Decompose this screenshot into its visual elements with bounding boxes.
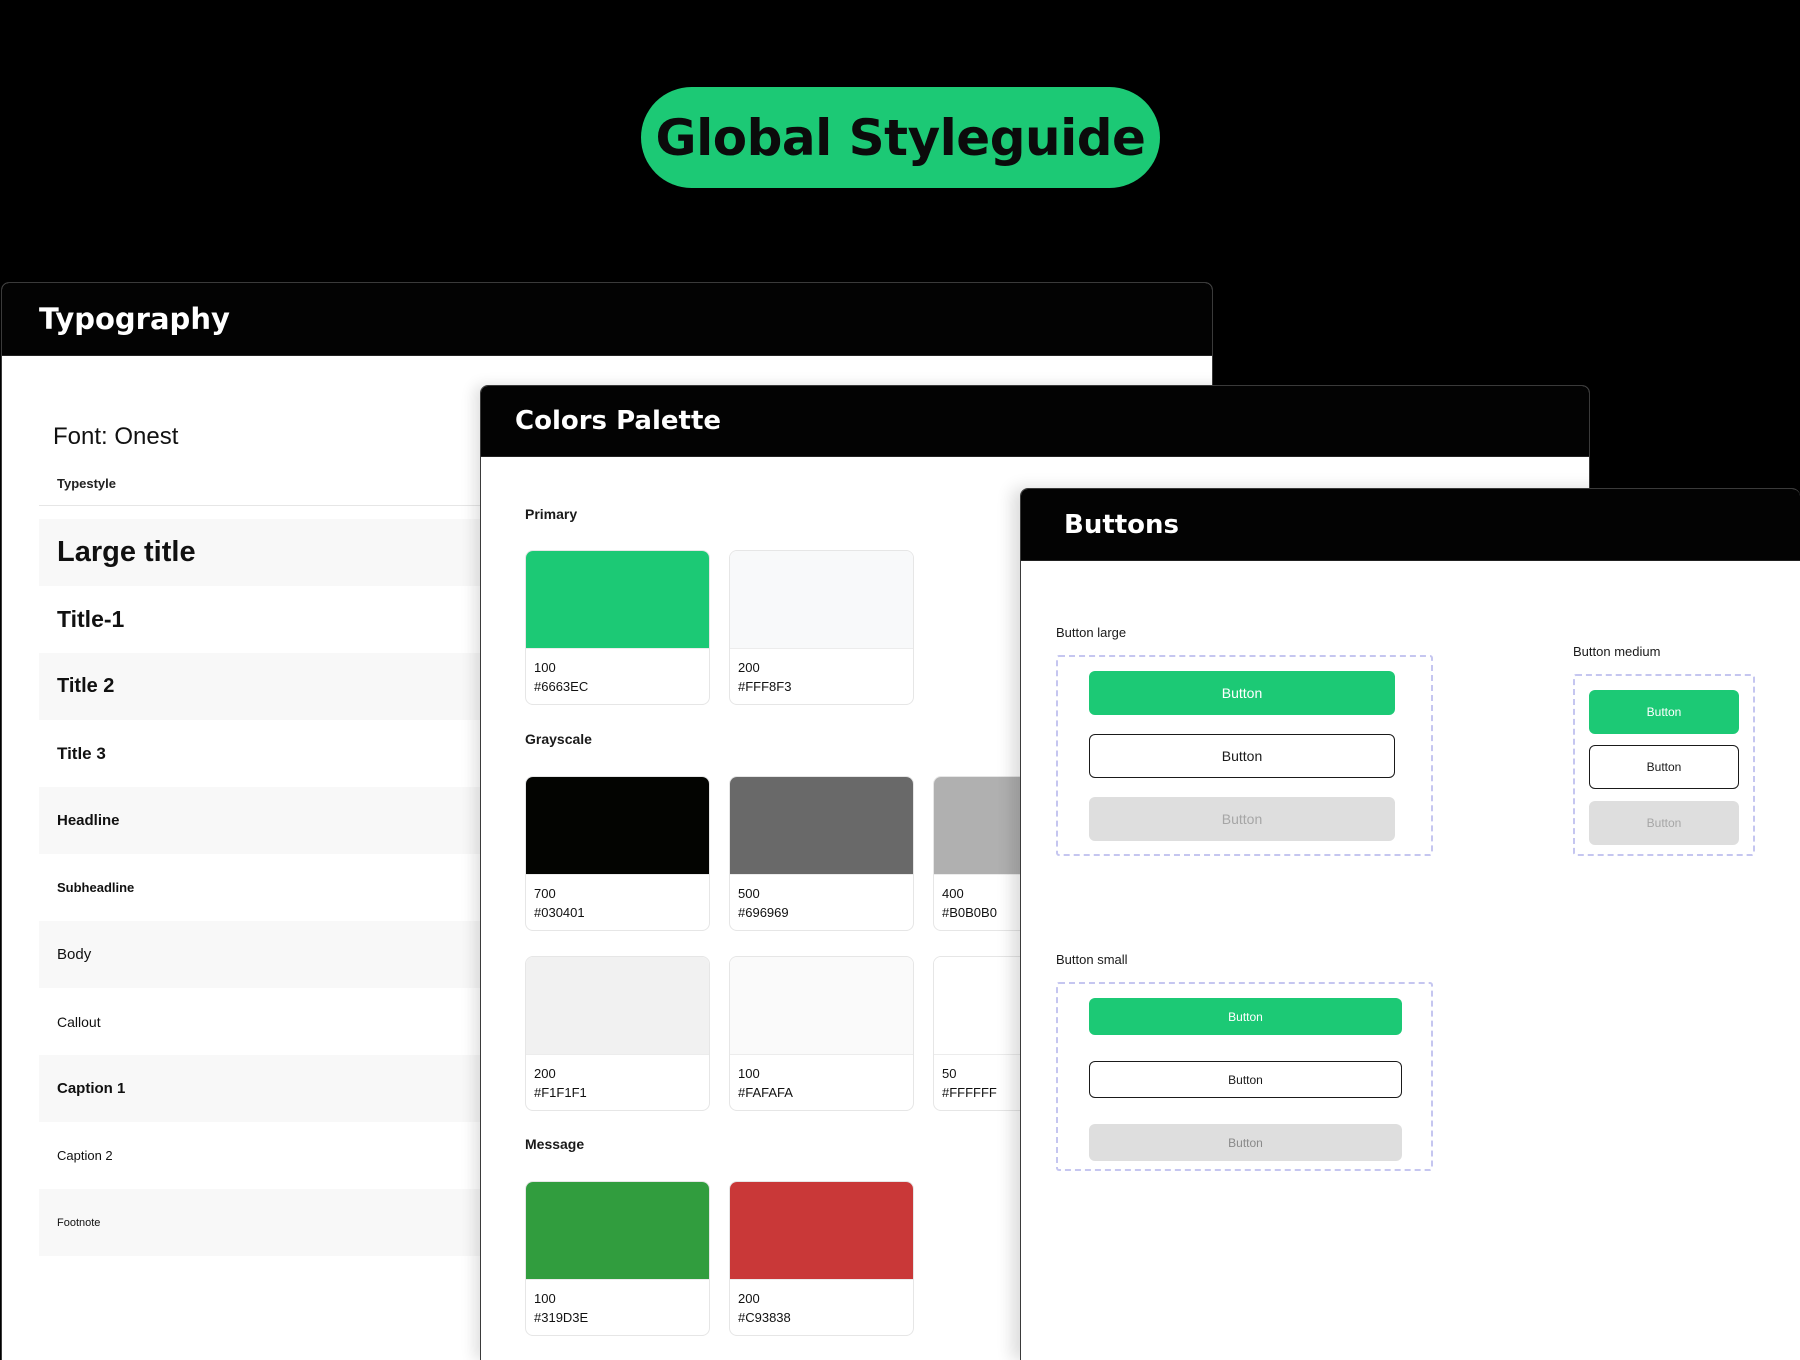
typestyle-footnote: Footnote bbox=[57, 1216, 101, 1229]
typestyle-row: Footnote bbox=[39, 1189, 489, 1256]
typestyle-column-header: Typestyle bbox=[57, 476, 117, 491]
swatch-shade: 200 bbox=[534, 1066, 556, 1081]
swatch-shade: 200 bbox=[738, 1291, 760, 1306]
typestyle-row: Caption 2 bbox=[39, 1122, 489, 1189]
typestyle-row: Caption 1 bbox=[39, 1055, 489, 1122]
buttons-title: Buttons bbox=[1064, 509, 1180, 540]
swatch-fill bbox=[526, 551, 709, 649]
button-medium-disabled[interactable]: Button bbox=[1589, 801, 1739, 845]
swatch-fill bbox=[730, 1182, 913, 1280]
buttons-header: Buttons bbox=[1021, 489, 1800, 561]
swatch-hex: #FFF8F3 bbox=[738, 679, 792, 694]
typestyle-caption-1: Caption 1 bbox=[57, 1080, 126, 1097]
swatch-hex: #319D3E bbox=[534, 1310, 589, 1325]
swatch-shade: 100 bbox=[738, 1066, 760, 1081]
typestyle-title-1: Title-1 bbox=[57, 606, 125, 632]
buttons-panel: Buttons Button large Button Button Butto… bbox=[1020, 488, 1800, 1360]
typestyle-subheadline: Subheadline bbox=[57, 880, 135, 895]
button-small-label: Button small bbox=[1056, 952, 1128, 967]
button-large-disabled[interactable]: Button bbox=[1089, 797, 1395, 841]
swatch-hex: #696969 bbox=[738, 905, 789, 920]
color-swatch-message-200: 200 #C93838 bbox=[729, 1181, 914, 1336]
color-swatch-primary-200: 200 #FFF8F3 bbox=[729, 550, 914, 705]
primary-section-label: Primary bbox=[525, 506, 578, 522]
swatch-shade: 400 bbox=[942, 886, 964, 901]
colors-title: Colors Palette bbox=[515, 406, 722, 436]
styleguide-title: Global Styleguide bbox=[655, 108, 1146, 167]
swatch-fill bbox=[730, 551, 913, 649]
grayscale-section-label: Grayscale bbox=[525, 731, 592, 747]
button-small-outline[interactable]: Button bbox=[1089, 1061, 1402, 1098]
swatch-hex: #6663EC bbox=[534, 679, 589, 694]
colors-header: Colors Palette bbox=[481, 386, 1589, 457]
swatch-shade: 500 bbox=[738, 886, 760, 901]
typestyle-row: Title 2 bbox=[39, 653, 489, 720]
typestyle-callout: Callout bbox=[57, 1013, 101, 1030]
color-swatch-message-100: 100 #319D3E bbox=[525, 1181, 710, 1336]
swatch-shade: 50 bbox=[942, 1066, 957, 1081]
swatch-fill bbox=[526, 1182, 709, 1280]
color-swatch-gray-500: 500 #696969 bbox=[729, 776, 914, 931]
typestyle-row: Callout bbox=[39, 988, 489, 1055]
color-swatch-gray-700: 700 #030401 bbox=[525, 776, 710, 931]
swatch-shade: 100 bbox=[534, 1291, 556, 1306]
button-medium-primary[interactable]: Button bbox=[1589, 690, 1739, 734]
typestyle-title-2: Title 2 bbox=[57, 675, 115, 697]
swatch-shade: 700 bbox=[534, 886, 556, 901]
swatch-hex: #C93838 bbox=[738, 1310, 791, 1325]
color-swatch-gray-200: 200 #F1F1F1 bbox=[525, 956, 710, 1111]
typestyle-headline: Headline bbox=[57, 812, 120, 829]
typestyle-row: Subheadline bbox=[39, 854, 489, 921]
button-large-outline[interactable]: Button bbox=[1089, 734, 1395, 778]
swatch-hex: #FFFFFF bbox=[942, 1085, 997, 1100]
swatch-shade: 200 bbox=[738, 660, 760, 675]
typestyle-body: Body bbox=[57, 946, 92, 963]
button-medium-label: Button medium bbox=[1573, 644, 1661, 659]
button-large-primary[interactable]: Button bbox=[1089, 671, 1395, 715]
color-swatch-primary-100: 100 #6663EC bbox=[525, 550, 710, 705]
font-label: Font: Onest bbox=[53, 423, 179, 450]
button-medium-outline[interactable]: Button bbox=[1589, 745, 1739, 789]
typestyle-row: Title-1 bbox=[39, 586, 489, 653]
swatch-fill bbox=[526, 957, 709, 1055]
swatch-hex: #FAFAFA bbox=[738, 1085, 793, 1100]
typestyle-title-3: Title 3 bbox=[57, 743, 106, 763]
typestyle-caption-2: Caption 2 bbox=[57, 1148, 113, 1163]
color-swatch-gray-100: 100 #FAFAFA bbox=[729, 956, 914, 1111]
typestyle-row: Title 3 bbox=[39, 720, 489, 787]
swatch-fill bbox=[730, 957, 913, 1055]
button-large-label: Button large bbox=[1056, 625, 1127, 640]
divider bbox=[39, 505, 489, 506]
swatch-shade: 100 bbox=[534, 660, 556, 675]
typestyle-row: Headline bbox=[39, 787, 489, 854]
swatch-fill bbox=[526, 777, 709, 875]
swatch-hex: #F1F1F1 bbox=[534, 1085, 587, 1100]
button-small-primary[interactable]: Button bbox=[1089, 998, 1402, 1035]
typestyle-row: Large title bbox=[39, 519, 489, 586]
styleguide-title-pill: Global Styleguide bbox=[641, 87, 1160, 188]
button-small-disabled[interactable]: Button bbox=[1089, 1124, 1402, 1161]
swatch-hex: #B0B0B0 bbox=[942, 905, 997, 920]
swatch-fill bbox=[730, 777, 913, 875]
swatch-hex: #030401 bbox=[534, 905, 585, 920]
typography-header: Typography bbox=[2, 283, 1212, 356]
typestyle-large-title: Large title bbox=[57, 536, 196, 568]
typestyle-row: Body bbox=[39, 921, 489, 988]
typography-title: Typography bbox=[39, 302, 230, 336]
message-section-label: Message bbox=[525, 1136, 585, 1152]
